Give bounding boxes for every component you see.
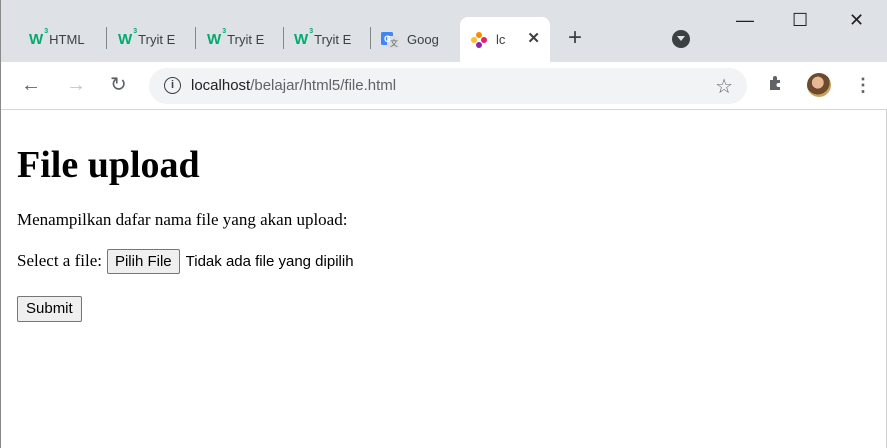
site-info-icon[interactable]: i	[164, 77, 181, 94]
extensions-puzzle-icon[interactable]	[767, 74, 785, 92]
tab-google-translate[interactable]: G 文 Goog	[371, 17, 457, 62]
w3schools-icon: W3	[29, 28, 49, 48]
svg-text:文: 文	[390, 38, 398, 48]
tab-label: lc	[496, 32, 506, 47]
tab-label: Tryit E	[138, 32, 176, 47]
xampp-icon	[471, 31, 487, 48]
tab-tryit-3[interactable]: W3 Tryit E	[284, 17, 364, 62]
profile-avatar[interactable]	[807, 73, 831, 97]
back-arrow-icon[interactable]: ←	[21, 75, 41, 95]
browser-window: W3 HTML W3 Tryit E W3 Tryit E W3 Tryit E…	[0, 0, 887, 448]
choose-file-button[interactable]: Pilih File	[106, 248, 180, 274]
new-tab-button[interactable]: +	[568, 26, 582, 50]
minimize-button[interactable]: —	[736, 10, 754, 31]
w3schools-icon: W3	[118, 28, 138, 48]
close-tab-icon[interactable]: ✕	[527, 29, 540, 47]
url-text: localhost/belajar/html5/file.html	[191, 77, 396, 94]
tab-separator	[195, 27, 196, 49]
page-description: Menampilkan dafar nama file yang akan up…	[17, 210, 348, 229]
w3schools-icon: W3	[207, 28, 227, 48]
tab-separator	[106, 27, 107, 49]
tab-label: Tryit E	[227, 32, 265, 47]
tab-tryit-2[interactable]: W3 Tryit E	[197, 17, 277, 62]
bookmark-star-icon[interactable]: ☆	[715, 74, 733, 99]
url-host: localhost	[191, 77, 251, 94]
tab-strip: W3 HTML W3 Tryit E W3 Tryit E W3 Tryit E…	[1, 0, 887, 62]
url-path: /belajar/html5/file.html	[250, 77, 397, 94]
page-content: File upload Menampilkan dafar nama file …	[17, 110, 877, 322]
close-window-button[interactable]: ✕	[849, 10, 864, 31]
google-translate-icon: G 文	[381, 31, 399, 48]
tab-label: Goog	[407, 32, 439, 47]
tab-search-icon[interactable]	[672, 30, 690, 48]
page-title: File upload	[17, 144, 200, 186]
tab-tryit-1[interactable]: W3 Tryit E	[108, 17, 190, 62]
tab-label: Tryit E	[314, 32, 352, 47]
forward-arrow-icon[interactable]: →	[66, 75, 86, 95]
menu-kebab-icon[interactable]: ⋮	[854, 74, 872, 96]
submit-button[interactable]: Submit	[17, 296, 82, 322]
browser-toolbar: ← → ↻ i localhost/belajar/html5/file.htm…	[1, 62, 887, 110]
tab-active-localhost[interactable]: lc ✕	[460, 17, 550, 62]
tab-html[interactable]: W3 HTML	[19, 17, 103, 62]
maximize-button[interactable]: ☐	[792, 10, 808, 31]
file-input-row: Select a file: Pilih File Tidak ada file…	[17, 248, 877, 274]
reload-icon[interactable]: ↻	[110, 75, 127, 95]
file-label: Select a file:	[17, 251, 102, 270]
no-file-status: Tidak ada file yang dipilih	[185, 252, 354, 270]
tab-label: HTML	[49, 32, 85, 47]
address-bar[interactable]: i localhost/belajar/html5/file.html ☆	[149, 68, 747, 104]
w3schools-icon: W3	[294, 28, 314, 48]
